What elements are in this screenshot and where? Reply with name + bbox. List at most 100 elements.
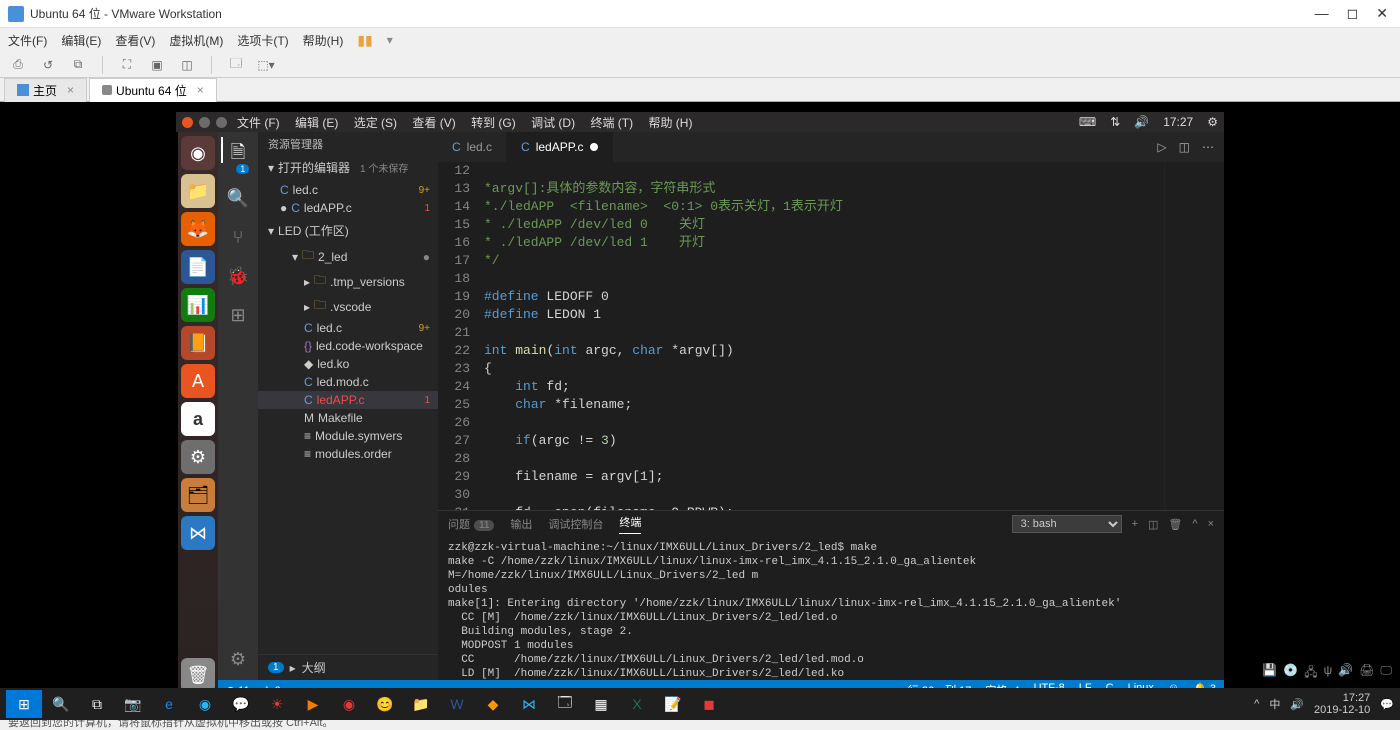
taskbar-camera-icon[interactable]: 📷	[116, 690, 150, 718]
menu-terminal[interactable]: 终端 (T)	[590, 116, 633, 130]
tree-item[interactable]: ≡ Module.symvers	[258, 427, 438, 445]
toolbar-seamless-icon[interactable]: ◫	[177, 55, 197, 75]
dropdown-icon[interactable]: ▾	[387, 33, 393, 47]
terminal-output[interactable]: zzk@zzk-virtual-machine:~/linux/IMX6ULL/…	[438, 537, 1224, 680]
taskbar-app-icon[interactable]: ◉	[332, 690, 366, 718]
close-panel-icon[interactable]: ×	[1208, 518, 1214, 530]
run-icon[interactable]: ▷	[1157, 140, 1166, 154]
taskbar-app-icon[interactable]: ☀	[260, 690, 294, 718]
tray-ime-icon[interactable]: 中	[1269, 696, 1280, 712]
menu-select[interactable]: 选定 (S)	[354, 116, 397, 130]
tray-notifications-icon[interactable]: 💬	[1380, 698, 1394, 711]
ubuntu-min-icon[interactable]	[199, 117, 210, 128]
taskbar-app-icon[interactable]: ▶	[296, 690, 330, 718]
vm-menu-help[interactable]: 帮助(H)	[303, 32, 344, 49]
dock-search[interactable]: ◉	[181, 136, 215, 170]
vm-menu-vm[interactable]: 虚拟机(M)	[169, 32, 223, 49]
outline-section[interactable]: 1 ▸ 大纲	[258, 654, 438, 680]
tree-item[interactable]: C led.mod.c	[258, 373, 438, 391]
vm-menu-file[interactable]: 文件(F)	[8, 32, 47, 49]
vm-display-icon[interactable]: 🖵	[1380, 663, 1392, 684]
dock-writer[interactable]: 📄	[181, 250, 215, 284]
activity-debug-icon[interactable]: 🐞	[227, 266, 249, 287]
toolbar-fullscreen-icon[interactable]: ⛶	[117, 55, 137, 75]
dock-impress[interactable]: 📙	[181, 326, 215, 360]
taskbar-word-icon[interactable]: W	[440, 690, 474, 718]
split-icon[interactable]: ◫	[1179, 140, 1190, 154]
taskbar-notepad-icon[interactable]: 📝	[656, 690, 690, 718]
tree-item[interactable]: C ledAPP.c1	[258, 391, 438, 409]
menu-goto[interactable]: 转到 (G)	[471, 116, 516, 130]
tree-item[interactable]: C led.c9+	[258, 319, 438, 337]
start-button[interactable]: ⊞	[6, 690, 42, 718]
maximize-panel-icon[interactable]: ^	[1192, 518, 1197, 530]
dock-trash[interactable]: 🗑	[181, 658, 215, 692]
minimap[interactable]	[1164, 162, 1224, 510]
close-icon[interactable]: ×	[197, 83, 204, 97]
code-content[interactable]: *argv[]:具体的参数内容，字符串形式 *./ledAPP <filenam…	[484, 162, 1164, 510]
menu-file[interactable]: 文件 (F)	[237, 116, 280, 130]
vm-usb-icon[interactable]: ψ	[1324, 663, 1333, 684]
tab-output[interactable]: 输出	[510, 516, 532, 532]
taskbar-edge-icon[interactable]: e	[152, 690, 186, 718]
tree-item[interactable]: ≡ modules.order	[258, 445, 438, 463]
tab-led-c[interactable]: Cled.c	[438, 132, 507, 162]
vm-menu-tabs[interactable]: 选项卡(T)	[237, 32, 288, 49]
menu-help[interactable]: 帮助 (H)	[648, 116, 692, 130]
pause-icon[interactable]: ▮▮	[357, 32, 372, 49]
tree-item[interactable]: ◆ led.ko	[258, 355, 438, 373]
sound-icon[interactable]: 🔊	[1134, 115, 1149, 129]
taskbar-excel-icon[interactable]: X	[620, 690, 654, 718]
dock-software[interactable]: A	[181, 364, 215, 398]
keyboard-icon[interactable]: ⌨	[1079, 115, 1096, 129]
tree-item[interactable]: ● C ledAPP.c1	[258, 199, 438, 217]
toolbar-snapshot-icon[interactable]: ⎙	[8, 55, 28, 75]
taskbar-app-icon[interactable]: ◼	[692, 690, 726, 718]
tab-terminal[interactable]: 终端	[619, 514, 641, 534]
tree-item[interactable]: C led.c9+	[258, 181, 438, 199]
more-icon[interactable]: ⋯	[1202, 140, 1214, 154]
taskbar-vmware-icon[interactable]: 🗔	[548, 690, 582, 718]
taskbar-app-icon[interactable]: ▦	[584, 690, 618, 718]
tree-folder[interactable]: ▸ 🗀 .vscode	[258, 294, 438, 319]
taskbar-explorer-icon[interactable]: 📁	[404, 690, 438, 718]
taskbar-taskview-icon[interactable]: ⧉	[80, 690, 114, 718]
dock-files[interactable]: 📁	[181, 174, 215, 208]
close-icon[interactable]: ×	[67, 83, 74, 97]
tree-folder[interactable]: ▸ 🗀 .tmp_versions	[258, 269, 438, 294]
vm-cd-icon[interactable]: 💿	[1283, 663, 1298, 684]
tray-chevron-icon[interactable]: ^	[1254, 698, 1259, 710]
activity-extensions-icon[interactable]: ⊞	[230, 305, 245, 326]
open-editors-section[interactable]: ▾ 打开的编辑器 1 个未保存	[258, 156, 438, 179]
toolbar-unity-icon[interactable]: ▣	[147, 55, 167, 75]
dock-folder[interactable]: 🗂	[181, 478, 215, 512]
menu-debug[interactable]: 调试 (D)	[531, 116, 575, 130]
vm-disk-icon[interactable]: 💾	[1262, 663, 1277, 684]
tree-item[interactable]: M Makefile	[258, 409, 438, 427]
clock[interactable]: 17:27	[1163, 115, 1193, 129]
gear-icon[interactable]: ⚙	[1207, 115, 1218, 129]
tree-folder[interactable]: ▾ 🗀 2_led●	[258, 244, 438, 269]
dock-calc[interactable]: 📊	[181, 288, 215, 322]
menu-edit[interactable]: 编辑 (E)	[295, 116, 338, 130]
taskbar-app-icon[interactable]: 😊	[368, 690, 402, 718]
vm-sound-icon[interactable]: 🔊	[1338, 663, 1353, 684]
vm-menu-view[interactable]: 查看(V)	[115, 32, 155, 49]
activity-settings-icon[interactable]: ⚙	[230, 649, 246, 670]
kill-terminal-icon[interactable]: 🗑	[1168, 518, 1182, 531]
tab-problems[interactable]: 问题11	[448, 516, 494, 532]
toolbar-stretch-icon[interactable]: ⬚▾	[256, 55, 276, 75]
activity-scm-icon[interactable]: ⑂	[233, 227, 244, 248]
activity-explorer-icon[interactable]: 🗎1	[231, 140, 245, 170]
taskbar-app-icon[interactable]: ◆	[476, 690, 510, 718]
tree-item[interactable]: {} led.code-workspace	[258, 337, 438, 355]
new-terminal-icon[interactable]: +	[1132, 518, 1138, 530]
dock-vscode[interactable]: ⋈	[181, 516, 215, 550]
toolbar-library-icon[interactable]: 🗔	[226, 55, 246, 75]
workspace-section[interactable]: ▾ LED (工作区)	[258, 219, 438, 242]
terminal-select[interactable]: 3: bash	[1012, 515, 1122, 533]
dock-amazon[interactable]: a	[181, 402, 215, 436]
tray-clock[interactable]: 17:27 2019-12-10	[1314, 692, 1370, 716]
vm-net-icon[interactable]: 🖧	[1304, 663, 1317, 684]
activity-search-icon[interactable]: 🔍	[227, 188, 249, 209]
